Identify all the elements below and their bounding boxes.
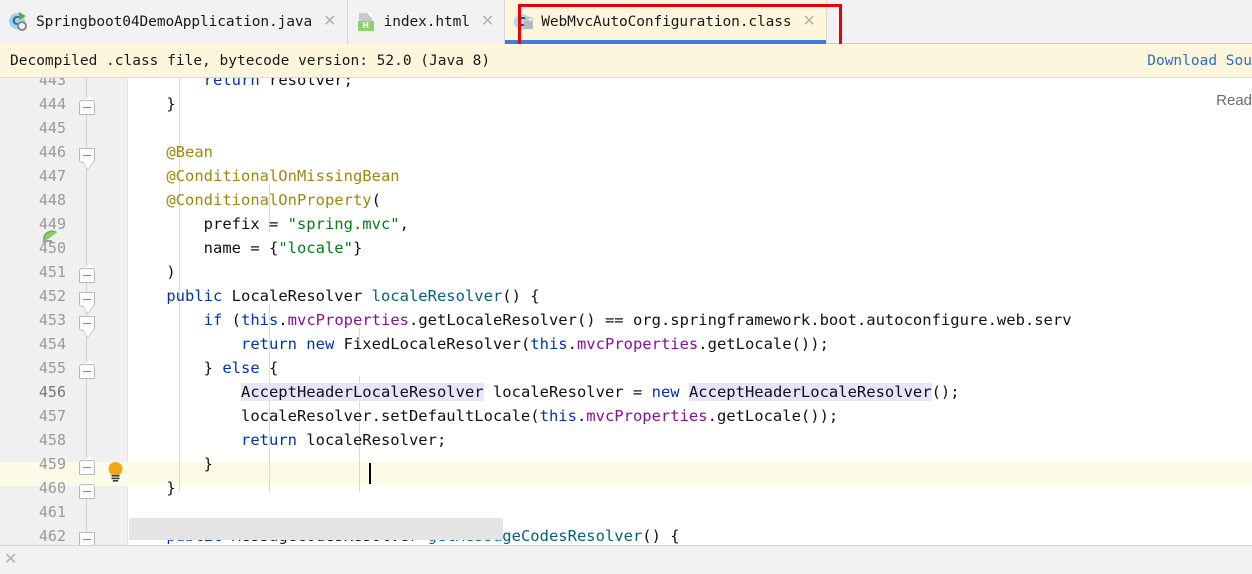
fold-marker[interactable] bbox=[79, 100, 95, 115]
code-line-456: AcceptHeaderLocaleResolver localeResolve… bbox=[129, 380, 960, 404]
html-badge-label: H bbox=[358, 21, 374, 31]
fold-marker[interactable] bbox=[79, 460, 95, 475]
code-editor[interactable]: 443 444 445 446 447 448 449 450 451 452 … bbox=[0, 78, 1252, 545]
line-number: 445 bbox=[0, 116, 66, 140]
fold-marker[interactable] bbox=[79, 532, 95, 545]
tab-index-html[interactable]: H index.html ✕ bbox=[348, 0, 506, 44]
fold-marker[interactable] bbox=[79, 268, 95, 283]
close-icon[interactable]: ✕ bbox=[4, 552, 17, 568]
line-number: 447 bbox=[0, 164, 66, 188]
line-number: 461 bbox=[0, 500, 66, 524]
code-line-460: } bbox=[129, 476, 176, 500]
notification-text: Decompiled .class file, bytecode version… bbox=[10, 53, 490, 69]
close-icon[interactable]: ✕ bbox=[481, 14, 494, 31]
line-number: 451 bbox=[0, 260, 66, 284]
code-line-448: @ConditionalOnProperty( bbox=[129, 188, 381, 212]
code-line-452: public LocaleResolver localeResolver() { bbox=[129, 284, 540, 308]
close-icon[interactable]: ✕ bbox=[323, 14, 336, 31]
code-line-449: prefix = "spring.mvc", bbox=[129, 212, 409, 236]
line-number: 462 bbox=[0, 524, 66, 545]
editor-tab-bar: C Springboot04DemoApplication.java ✕ H i… bbox=[0, 0, 1252, 44]
line-number: 458 bbox=[0, 428, 66, 452]
code-line-455: } else { bbox=[129, 356, 278, 380]
tab-label: Springboot04DemoApplication.java bbox=[36, 14, 312, 30]
spring-boot-class-icon: C bbox=[9, 12, 29, 32]
line-number: 453 bbox=[0, 308, 66, 332]
code-line-453: if (this.mvcProperties.getLocaleResolver… bbox=[129, 308, 1072, 332]
line-number: 460 bbox=[0, 476, 66, 500]
code-text-area[interactable]: return resolver; } @Bean @ConditionalOnM… bbox=[129, 78, 1252, 545]
fold-marker[interactable] bbox=[79, 292, 95, 307]
html-file-icon: H bbox=[357, 12, 377, 32]
code-line-450: name = {"locale"} bbox=[129, 236, 362, 260]
line-number-current: 456 bbox=[0, 380, 66, 404]
spring-bean-icon[interactable] bbox=[40, 228, 60, 248]
intention-bulb-icon[interactable] bbox=[106, 461, 125, 482]
line-number: 457 bbox=[0, 404, 66, 428]
text-caret bbox=[369, 463, 371, 484]
line-number: 448 bbox=[0, 188, 66, 212]
code-line-447: @ConditionalOnMissingBean bbox=[129, 164, 400, 188]
fold-marker[interactable] bbox=[79, 148, 95, 163]
line-number: 455 bbox=[0, 356, 66, 380]
close-icon[interactable]: ✕ bbox=[803, 14, 816, 31]
line-number: 444 bbox=[0, 92, 66, 116]
tab-label: WebMvcAutoConfiguration.class bbox=[541, 14, 791, 30]
code-line-443: return resolver; bbox=[129, 78, 353, 92]
notification-actions: Download Sou bbox=[1147, 44, 1252, 78]
line-number: 443 bbox=[0, 78, 66, 92]
decompiled-notification-bar: Decompiled .class file, bytecode version… bbox=[0, 44, 1252, 78]
code-line-451: ) bbox=[129, 260, 176, 284]
download-sources-link[interactable]: Download Sou bbox=[1147, 53, 1252, 69]
compiled-class-icon: C bbox=[514, 12, 534, 32]
readonly-hint-label: Read bbox=[1216, 92, 1252, 109]
code-line-459: } bbox=[129, 452, 213, 476]
line-number: 452 bbox=[0, 284, 66, 308]
fold-marker[interactable] bbox=[79, 484, 95, 499]
code-line-454: return new FixedLocaleResolver(this.mvcP… bbox=[129, 332, 829, 356]
code-line-458: return localeResolver; bbox=[129, 428, 446, 452]
tab-webmvcautoconfiguration-class[interactable]: C WebMvcAutoConfiguration.class ✕ bbox=[505, 0, 827, 44]
bottom-status-bar: ✕ bbox=[0, 545, 1252, 574]
fold-marker[interactable] bbox=[79, 316, 95, 331]
line-number: 459 bbox=[0, 452, 66, 476]
tab-label: index.html bbox=[384, 14, 470, 30]
code-line-457: localeResolver.setDefaultLocale(this.mvc… bbox=[129, 404, 838, 428]
code-line-446: @Bean bbox=[129, 140, 213, 164]
fold-marker[interactable] bbox=[79, 364, 95, 379]
code-line-444: } bbox=[129, 92, 176, 116]
tab-springboot04demoapplication-java[interactable]: C Springboot04DemoApplication.java ✕ bbox=[0, 0, 348, 44]
line-number: 446 bbox=[0, 140, 66, 164]
sticky-header-band bbox=[129, 518, 503, 540]
line-number: 454 bbox=[0, 332, 66, 356]
